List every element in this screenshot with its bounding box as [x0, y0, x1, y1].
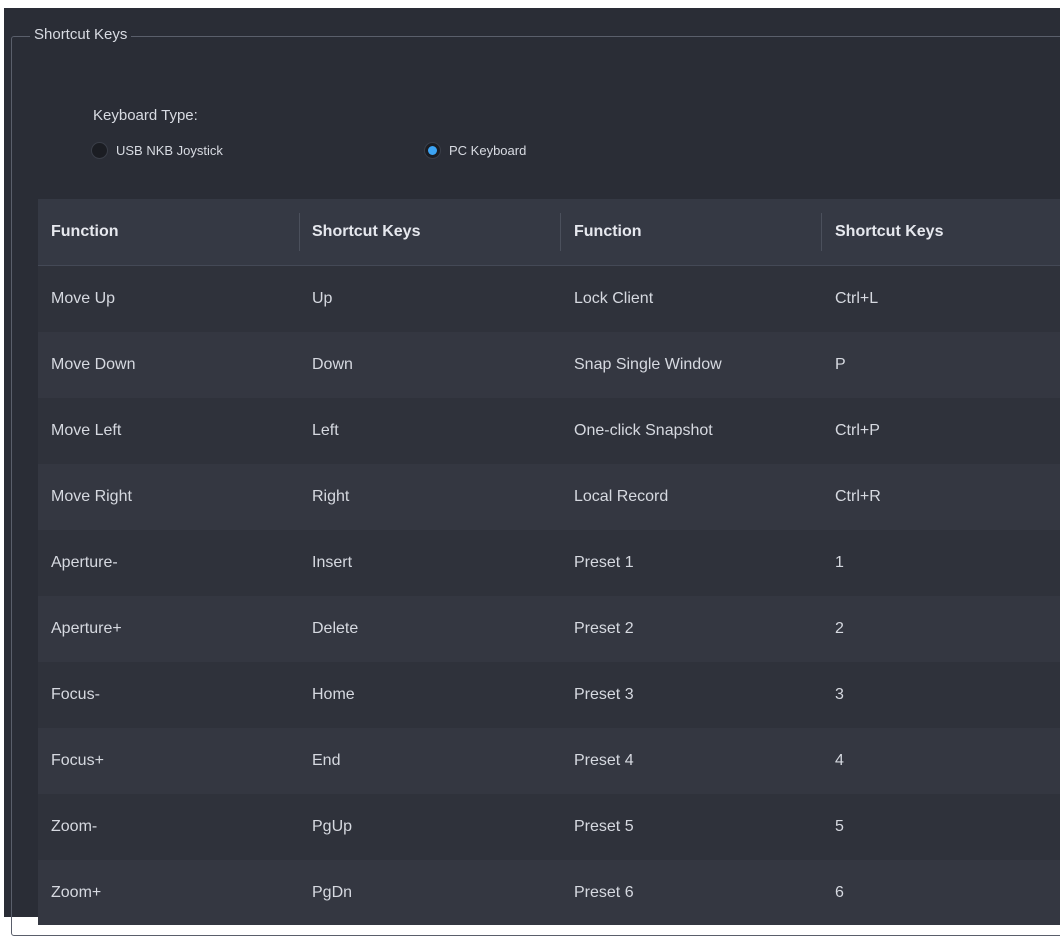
table-row[interactable]: Zoom+ PgDn Preset 6 6: [38, 860, 1060, 925]
column-divider[interactable]: [821, 213, 822, 251]
table-cell-shortcut: Down: [312, 356, 353, 373]
table-cell-function: Move Left: [51, 422, 122, 439]
table-cell-shortcut: 6: [835, 884, 844, 901]
column-header-shortcut-keys: Shortcut Keys: [835, 223, 944, 240]
table-row[interactable]: Focus- Home Preset 3 3: [38, 662, 1060, 728]
group-box-title: Shortcut Keys: [30, 22, 132, 48]
table-cell-function: Preset 2: [574, 620, 634, 637]
table-cell-shortcut: 3: [835, 686, 844, 703]
table-cell-shortcut: Insert: [312, 554, 353, 571]
table-row[interactable]: Focus+ End Preset 4 4: [38, 728, 1060, 794]
table-cell-shortcut: P: [835, 356, 846, 373]
table-cell-shortcut: Home: [312, 686, 355, 703]
radio-circle-checked-icon[interactable]: [424, 141, 441, 159]
radio-label: PC Keyboard: [449, 142, 527, 158]
table-cell-shortcut: Ctrl+P: [835, 422, 880, 439]
column-header-function: Function: [574, 223, 642, 240]
table-row[interactable]: Aperture+ Delete Preset 2 2: [38, 596, 1060, 662]
table-row[interactable]: Aperture- Insert Preset 1 1: [38, 530, 1060, 596]
table-cell-shortcut: 4: [835, 752, 844, 769]
table-cell-function: Preset 3: [574, 686, 634, 703]
table-cell-function: Local Record: [574, 488, 669, 505]
table-cell-function: Preset 5: [574, 818, 634, 835]
table-cell-function: Focus+: [51, 752, 104, 769]
column-header-function: Function: [51, 223, 119, 240]
table-cell-shortcut: Right: [312, 488, 350, 505]
radio-circle-unchecked-icon[interactable]: [91, 141, 108, 159]
table-row[interactable]: Move Right Right Local Record Ctrl+R: [38, 464, 1060, 530]
table-cell-function: Lock Client: [574, 290, 654, 307]
table-cell-shortcut: Left: [312, 422, 339, 439]
radio-label: USB NKB Joystick: [116, 142, 223, 158]
table-cell-function: Preset 4: [574, 752, 634, 769]
table-cell-function: Zoom-: [51, 818, 98, 835]
table-cell-shortcut: PgDn: [312, 884, 353, 901]
table-header: Function Shortcut Keys Function Shortcut…: [38, 199, 1060, 266]
table-cell-shortcut: Ctrl+R: [835, 488, 881, 505]
table-cell-function: Aperture+: [51, 620, 122, 637]
table-cell-function: One-click Snapshot: [574, 422, 713, 439]
column-divider[interactable]: [560, 213, 561, 251]
table-cell-shortcut: Up: [312, 290, 333, 307]
table-cell-function: Focus-: [51, 686, 100, 703]
column-header-shortcut-keys: Shortcut Keys: [312, 223, 421, 240]
table-row[interactable]: Move Down Down Snap Single Window P: [38, 332, 1060, 398]
table-cell-function: Move Up: [51, 290, 116, 307]
table-cell-shortcut: Ctrl+L: [835, 290, 879, 307]
radio-usb-nkb-joystick[interactable]: USB NKB Joystick: [91, 139, 223, 161]
window-frame: Shortcut Keys Keyboard Type: USB NKB Joy…: [0, 0, 1060, 936]
table-cell-shortcut: 1: [835, 554, 844, 571]
keyboard-type-label: Keyboard Type:: [93, 107, 198, 124]
table-cell-shortcut: Delete: [312, 620, 359, 637]
table-cell-function: Move Right: [51, 488, 132, 505]
table-cell-shortcut: 2: [835, 620, 844, 637]
table-cell-function: Zoom+: [51, 884, 102, 901]
table-cell-function: Snap Single Window: [574, 356, 722, 373]
column-divider[interactable]: [299, 213, 300, 251]
table-cell-shortcut: PgUp: [312, 818, 353, 835]
table-cell-shortcut: 5: [835, 818, 844, 835]
table-row[interactable]: Zoom- PgUp Preset 5 5: [38, 794, 1060, 860]
table-row[interactable]: Move Up Up Lock Client Ctrl+L: [38, 266, 1060, 332]
table-cell-function: Preset 6: [574, 884, 634, 901]
table-cell-function: Preset 1: [574, 554, 634, 571]
table-cell-shortcut: End: [312, 752, 341, 769]
table-row[interactable]: Move Left Left One-click Snapshot Ctrl+P: [38, 398, 1060, 464]
shortcut-keys-table: Function Shortcut Keys Function Shortcut…: [38, 199, 1060, 925]
table-cell-function: Aperture-: [51, 554, 118, 571]
table-cell-function: Move Down: [51, 356, 136, 373]
radio-pc-keyboard[interactable]: PC Keyboard: [424, 139, 526, 161]
shortcut-keys-panel: Shortcut Keys Keyboard Type: USB NKB Joy…: [4, 8, 1060, 936]
